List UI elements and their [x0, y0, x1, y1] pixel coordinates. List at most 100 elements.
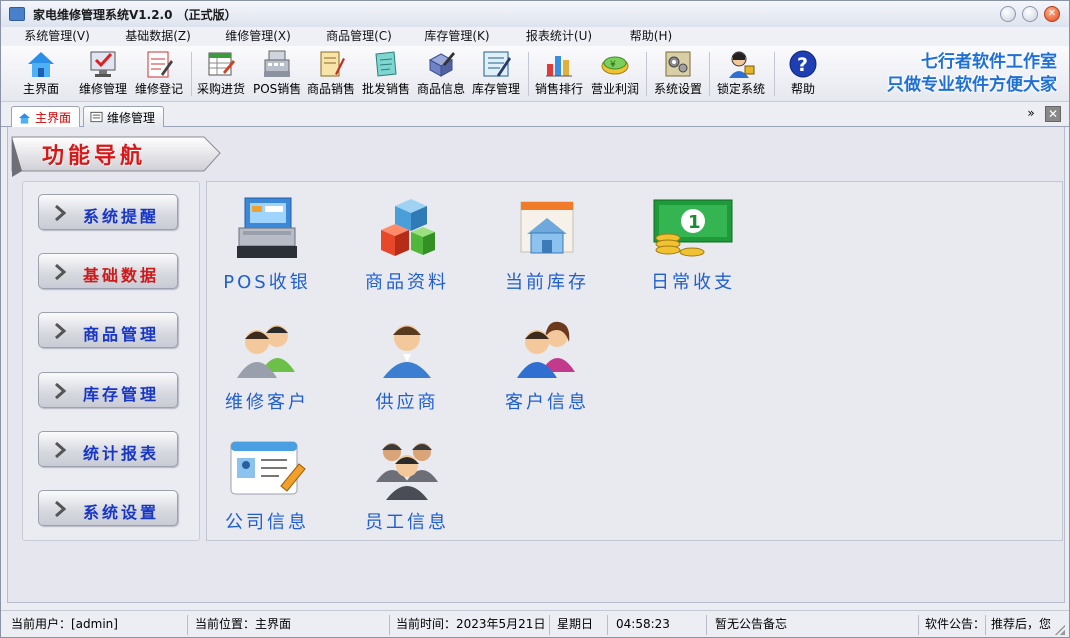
chevron-right-icon: [55, 382, 67, 400]
func-repair-customer-label: 维修客户: [225, 392, 309, 413]
nav-reports-button[interactable]: 统计报表: [38, 431, 178, 467]
status-separator: [985, 615, 986, 635]
minimize-button[interactable]: [1000, 6, 1016, 22]
nav-panel: 系统提醒 基础数据 商品管理 库存管理 统计报表 系统设置: [22, 181, 200, 541]
menu-repair[interactable]: 维修管理(X): [203, 27, 313, 46]
nav-reports-label: 统计报表: [83, 444, 160, 463]
func-supplier[interactable]: 供应商: [347, 316, 467, 414]
nav-settings-button[interactable]: 系统设置: [38, 490, 178, 526]
status-bar: 当前用户：[admin] 当前位置：主界面 当前时间：2023年5月21日 星期…: [1, 610, 1069, 637]
toolbar-home-button[interactable]: 主界面: [19, 48, 63, 100]
toolbar-repair-manage-button[interactable]: 维修管理: [77, 48, 129, 100]
toolbar-wholesale-button[interactable]: 批发销售: [359, 48, 413, 100]
nav-basic-data-label: 基础数据: [83, 266, 160, 285]
maximize-button[interactable]: [1022, 6, 1038, 22]
chevron-right-icon: [55, 441, 67, 459]
toolbar-lock-button[interactable]: 锁定系统: [713, 48, 769, 100]
func-staff-info-label: 员工信息: [365, 512, 449, 533]
toolbar-goods-info-button[interactable]: 商品信息: [415, 48, 467, 100]
studio-slogan: 七行者软件工作室 只做专业软件方便大家: [887, 51, 1057, 97]
svg-text:¥: ¥: [610, 60, 616, 70]
close-button[interactable]: ✕: [1044, 6, 1060, 22]
close-icon: ✕: [1047, 8, 1057, 19]
function-panel: POS收银 商品资料 当前库存 1 日常收支 维修客户 供应商 客户信息 公司信…: [206, 181, 1063, 541]
window-title: 家电维修管理系统V1.2.0 （正式版）: [33, 7, 237, 22]
func-supplier-label: 供应商: [375, 392, 439, 413]
status-notice-text: 推荐后，您: [991, 617, 1051, 631]
func-staff-info[interactable]: 员工信息: [347, 436, 467, 534]
menu-basic-data[interactable]: 基础数据(Z): [113, 27, 203, 46]
func-repair-customer[interactable]: 维修客户: [207, 316, 327, 414]
toolbar-help-button[interactable]: ? 帮助: [783, 48, 823, 100]
func-goods-info[interactable]: 商品资料: [347, 196, 467, 294]
pos-icon: [264, 50, 290, 77]
func-pos-label: POS收银: [223, 272, 311, 293]
goods-info-icon: [428, 52, 455, 77]
home-icon: [28, 52, 54, 77]
inventory-icon: [483, 51, 511, 77]
toolbar-sales-rank-button[interactable]: 销售排行: [533, 48, 585, 100]
home-icon: [18, 112, 31, 124]
status-weekday: 星期日: [557, 617, 594, 631]
nav-reminder-button[interactable]: 系统提醒: [38, 194, 178, 230]
warehouse-icon: [520, 201, 574, 254]
toolbar-pos-button[interactable]: POS销售: [253, 48, 301, 100]
resize-grip-icon[interactable]: [1055, 625, 1065, 635]
status-separator: [389, 615, 390, 635]
money-icon: 1: [653, 199, 733, 257]
menu-goods[interactable]: 商品管理(C): [313, 27, 405, 46]
toolbar-purchase-button[interactable]: 采购进货: [195, 48, 247, 100]
status-separator: [187, 615, 188, 635]
svg-text:1: 1: [688, 212, 701, 233]
func-customer-info[interactable]: 客户信息: [487, 316, 607, 414]
nav-settings-label: 系统设置: [83, 503, 160, 522]
tab-close-icon[interactable]: ✕: [1045, 106, 1061, 122]
toolbar-separator: [528, 52, 529, 96]
purchase-icon: [208, 52, 235, 76]
func-daily-finance-label: 日常收支: [651, 272, 735, 293]
slogan-line-1: 七行者软件工作室: [921, 52, 1057, 72]
profit-icon: ¥: [601, 56, 629, 75]
toolbar-separator: [646, 52, 647, 96]
func-pos[interactable]: POS收银: [207, 196, 327, 294]
tab-repair-manage[interactable]: 维修管理: [83, 106, 165, 127]
sales-icon: [320, 51, 345, 77]
title-bar[interactable]: 家电维修管理系统V1.2.0 （正式版） ✕: [1, 1, 1069, 27]
staff-icon: [376, 443, 438, 500]
func-company-info[interactable]: 公司信息: [207, 436, 327, 534]
tab-home-label: 主界面: [35, 111, 72, 125]
help-icon: ?: [789, 50, 817, 78]
tab-home[interactable]: 主界面: [11, 106, 81, 128]
tab-repair-label: 维修管理: [107, 110, 156, 125]
nav-basic-data-button[interactable]: 基础数据: [38, 253, 178, 289]
svg-text:?: ?: [797, 54, 808, 76]
repair-check-icon: [90, 51, 116, 77]
menu-help[interactable]: 帮助(H): [609, 27, 693, 46]
supplier-icon: [383, 325, 431, 378]
main-content: 功能导航 系统提醒 基础数据 商品管理 库存管理 统计报表 系统设置 POS收银…: [7, 127, 1065, 603]
func-daily-finance[interactable]: 1 日常收支: [633, 196, 753, 294]
chevron-right-icon: [55, 322, 67, 340]
menu-inventory[interactable]: 库存管理(K): [405, 27, 509, 46]
toolbar-repair-register-button[interactable]: 维修登记: [133, 48, 185, 100]
func-company-info-label: 公司信息: [225, 512, 309, 533]
toolbar-settings-button[interactable]: 系统设置: [651, 48, 705, 100]
toolbar-sales-button[interactable]: 商品销售: [305, 48, 357, 100]
cash-register-icon: [237, 197, 297, 258]
menu-system[interactable]: 系统管理(V): [1, 27, 113, 46]
tab-scroll-icon[interactable]: »: [1023, 106, 1039, 122]
tab-bar: 主界面 维修管理 » ✕: [1, 103, 1069, 128]
func-stock[interactable]: 当前库存: [487, 196, 607, 294]
nav-goods-button[interactable]: 商品管理: [38, 312, 178, 348]
toolbar-inventory-button[interactable]: 库存管理: [469, 48, 523, 100]
nav-inventory-button[interactable]: 库存管理: [38, 372, 178, 408]
func-stock-label: 当前库存: [505, 272, 589, 293]
menu-reports[interactable]: 报表统计(U): [509, 27, 609, 46]
tab-controls: » ✕: [1023, 106, 1061, 122]
client-info-icon: [517, 321, 575, 378]
status-user: 当前用户：[admin]: [11, 617, 118, 631]
bar-chart-icon: [546, 56, 572, 77]
func-customer-info-label: 客户信息: [505, 392, 589, 413]
toolbar-profit-button[interactable]: ¥ 营业利润: [589, 48, 641, 100]
app-icon: [9, 7, 25, 21]
